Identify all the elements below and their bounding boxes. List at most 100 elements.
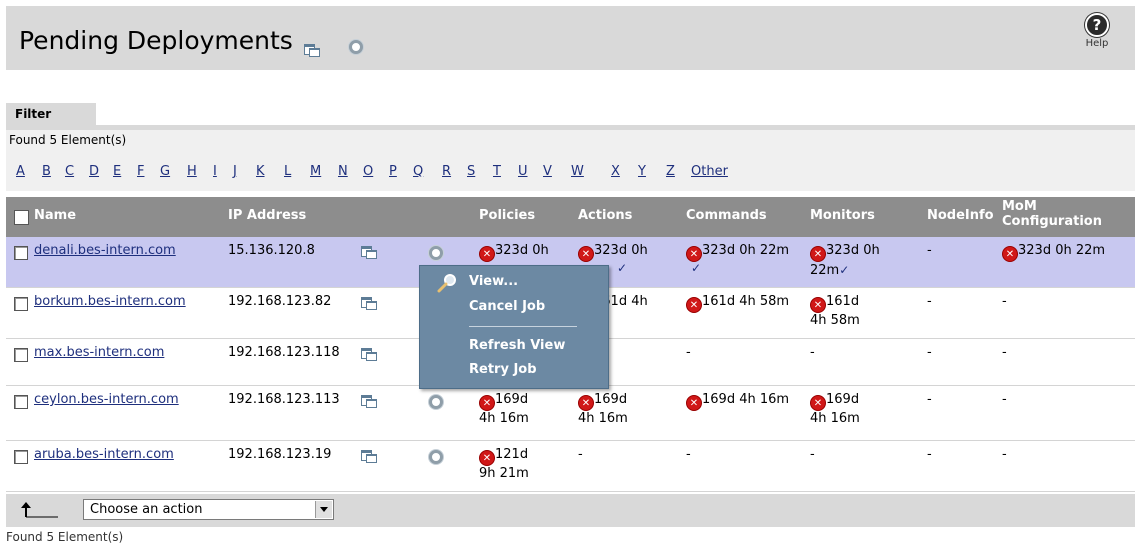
- help-button[interactable]: ? Help: [1077, 13, 1117, 49]
- row-checkbox[interactable]: [14, 450, 28, 464]
- policies-cell: ✕ 169d 4h 16m: [479, 392, 529, 426]
- letter-link-v[interactable]: V: [543, 164, 552, 179]
- letter-link-f[interactable]: F: [137, 164, 144, 179]
- column-header-commands[interactable]: Commands: [686, 208, 767, 223]
- row-checkbox[interactable]: [14, 246, 28, 260]
- letter-link-r[interactable]: R: [442, 164, 451, 179]
- alphabet-filter: A B C D E F G H I J K L M N O P Q R S T …: [6, 151, 1135, 191]
- commands-cell: -: [686, 345, 691, 360]
- letter-link-g[interactable]: G: [160, 164, 170, 179]
- letter-link-h[interactable]: H: [187, 164, 197, 179]
- action-select[interactable]: Choose an action: [83, 499, 334, 520]
- letter-link-i[interactable]: I: [213, 164, 217, 179]
- letter-link-b[interactable]: B: [42, 164, 51, 179]
- title-icons: [304, 40, 364, 58]
- column-header-actions[interactable]: Actions: [578, 208, 632, 223]
- node-name-link[interactable]: denali.bes-intern.com: [34, 243, 176, 258]
- letter-link-e[interactable]: E: [113, 164, 121, 179]
- new-window-icon[interactable]: [361, 395, 377, 408]
- letter-link-z[interactable]: Z: [666, 164, 675, 179]
- letter-link-c[interactable]: C: [65, 164, 74, 179]
- error-icon: ✕: [578, 246, 594, 262]
- letter-link-x[interactable]: X: [611, 164, 620, 179]
- page-title: Pending Deployments: [19, 26, 293, 55]
- policies-cell: ✕ 121d 9h 21m: [479, 447, 529, 481]
- letter-link-t[interactable]: T: [493, 164, 501, 179]
- letter-link-p[interactable]: P: [389, 164, 397, 179]
- chevron-down-icon[interactable]: [315, 501, 332, 518]
- menu-item-cancel-job[interactable]: Cancel Job: [469, 299, 545, 314]
- error-icon: ✕: [479, 246, 495, 262]
- settings-gear-icon[interactable]: [429, 395, 443, 409]
- column-header-ip[interactable]: IP Address: [228, 208, 306, 223]
- letter-link-d[interactable]: D: [89, 164, 99, 179]
- menu-item-refresh-view[interactable]: Refresh View: [469, 338, 565, 353]
- policies-cell: ✕ 323d 0h: [479, 243, 549, 262]
- page-header: Pending Deployments ? Help: [6, 6, 1135, 70]
- mom-cell: -: [1002, 447, 1007, 462]
- monitors-cell: -: [810, 447, 815, 462]
- row-checkbox[interactable]: [14, 395, 28, 409]
- letter-link-n[interactable]: N: [338, 164, 348, 179]
- letter-link-l[interactable]: L: [284, 164, 291, 179]
- mom-cell: -: [1002, 392, 1007, 407]
- letter-link-q[interactable]: Q: [413, 164, 423, 179]
- letter-link-u[interactable]: U: [518, 164, 528, 179]
- column-header-mom[interactable]: MoM Configuration: [1002, 199, 1102, 229]
- menu-separator: [469, 326, 577, 327]
- settings-gear-icon[interactable]: [349, 40, 364, 54]
- node-name-link[interactable]: aruba.bes-intern.com: [34, 447, 174, 462]
- column-header-nodeinfo[interactable]: NodeInfo: [927, 208, 994, 223]
- letter-link-y[interactable]: Y: [638, 164, 646, 179]
- context-menu: View... Cancel Job Refresh View Retry Jo…: [419, 265, 609, 389]
- new-window-icon[interactable]: [361, 348, 377, 361]
- letter-link-m[interactable]: M: [310, 164, 321, 179]
- new-window-icon[interactable]: [361, 450, 377, 463]
- settings-gear-icon[interactable]: [429, 246, 443, 260]
- table-row[interactable]: aruba.bes-intern.com 192.168.123.19 ✕ 121…: [6, 441, 1135, 492]
- error-icon: ✕: [810, 395, 826, 411]
- error-icon: ✕: [479, 395, 495, 411]
- mom-cell: -: [1002, 345, 1007, 360]
- filter-tab[interactable]: Filter: [6, 103, 96, 125]
- monitors-cell: ✕ 169d 4h 16m: [810, 392, 860, 426]
- letter-link-w[interactable]: W: [571, 164, 584, 179]
- action-bar: Choose an action: [6, 494, 1135, 527]
- menu-item-view[interactable]: View...: [469, 274, 518, 289]
- error-icon: ✕: [1002, 246, 1018, 262]
- new-window-icon[interactable]: [304, 44, 320, 57]
- letter-link-k[interactable]: K: [256, 164, 265, 179]
- mom-cell: ✕ 323d 0h 22m: [1002, 243, 1105, 262]
- error-icon: ✕: [686, 246, 702, 262]
- actions-cell: ✕ 169d 4h 16m: [578, 392, 628, 426]
- row-checkbox[interactable]: [14, 348, 28, 362]
- letter-link-s[interactable]: S: [467, 164, 475, 179]
- letter-link-j[interactable]: J: [233, 164, 237, 179]
- found-count-bottom: Found 5 Element(s): [6, 530, 124, 544]
- settings-gear-icon[interactable]: [429, 450, 443, 464]
- node-name-link[interactable]: ceylon.bes-intern.com: [34, 392, 179, 407]
- actions-cell: ✕ 323d 0h: [578, 243, 648, 262]
- column-header-name[interactable]: Name: [34, 208, 76, 223]
- column-header-monitors[interactable]: Monitors: [810, 208, 875, 223]
- found-count-top: Found 5 Element(s): [6, 130, 1135, 151]
- new-window-icon[interactable]: [361, 246, 377, 259]
- monitors-cell: -: [810, 345, 815, 360]
- table-header: Name IP Address Policies Actions Command…: [6, 197, 1135, 237]
- node-name-link[interactable]: borkum.bes-intern.com: [34, 294, 186, 309]
- letter-link-o[interactable]: O: [363, 164, 373, 179]
- row-checkbox[interactable]: [14, 297, 28, 311]
- letter-link-a[interactable]: A: [16, 164, 25, 179]
- check-icon: ✓: [839, 263, 850, 277]
- select-all-checkbox[interactable]: [14, 210, 29, 225]
- action-select-value: Choose an action: [90, 502, 203, 517]
- letter-link-other[interactable]: Other: [691, 164, 728, 179]
- menu-item-retry-job[interactable]: Retry Job: [469, 362, 537, 377]
- commands-cell: ✕ 169d 4h 16m: [686, 392, 789, 411]
- table-row[interactable]: ceylon.bes-intern.com 192.168.123.113 ✕ 1…: [6, 386, 1135, 441]
- node-name-link[interactable]: max.bes-intern.com: [34, 345, 164, 360]
- nodeinfo-cell: -: [927, 392, 932, 407]
- new-window-icon[interactable]: [361, 297, 377, 310]
- column-header-policies[interactable]: Policies: [479, 208, 535, 223]
- arrow-up-icon: [21, 502, 58, 518]
